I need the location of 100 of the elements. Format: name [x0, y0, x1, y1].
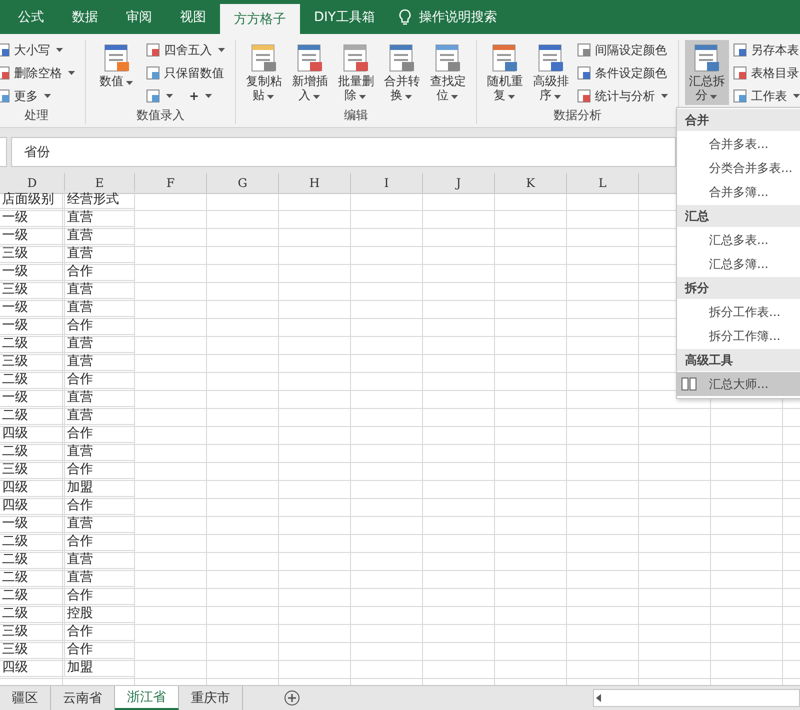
table-cell: 二级	[0, 407, 65, 425]
column-header[interactable]: H	[279, 173, 351, 193]
menu-item[interactable]: 分类合并多表...	[677, 156, 800, 180]
table-cell: 三级	[0, 461, 65, 479]
tool-icon	[102, 42, 132, 74]
table-cell: 直营	[65, 281, 135, 299]
ribbon-button[interactable]: 批量删除	[334, 40, 378, 105]
table-cell: 加盟	[65, 479, 135, 497]
ribbon-button[interactable]: 汇总拆分	[685, 40, 729, 105]
sheet-tab[interactable]: 疆区	[0, 686, 51, 710]
caret-icon	[68, 71, 75, 75]
column-header[interactable]: E	[65, 173, 135, 193]
ribbon-button[interactable]: 条件设定颜色	[575, 63, 672, 83]
table-cell: 四级	[0, 425, 65, 443]
table-cell: 直营	[65, 443, 135, 461]
sheet-tab[interactable]: 浙江省	[115, 686, 179, 710]
ribbon-button[interactable]: 复制粘贴	[242, 40, 286, 105]
ribbon-button[interactable]: 删除空格	[0, 63, 79, 83]
caret-icon	[166, 94, 173, 98]
menu-item[interactable]: 汇总多簿...	[677, 252, 800, 276]
menu-item[interactable]: 合并多簿...	[677, 180, 800, 204]
sheet-tab[interactable]: 重庆市	[179, 686, 243, 710]
table-cell: 二级	[0, 569, 65, 587]
ribbon-button[interactable]: 查找定位	[426, 40, 470, 105]
ribbon-button[interactable]: 间隔设定颜色	[575, 40, 672, 60]
column-header[interactable]: I	[351, 173, 423, 193]
table-cell: 合作	[65, 425, 135, 443]
table-cell: 直营	[65, 551, 135, 569]
caret-icon	[554, 95, 560, 100]
add-sheet-icon[interactable]	[283, 689, 301, 707]
horizontal-scrollbar[interactable]	[593, 689, 800, 707]
tool-icon	[249, 42, 279, 74]
table-cell: 一级	[0, 299, 65, 317]
menu-item[interactable]: 拆分工作表...	[677, 300, 800, 324]
tool-icon	[146, 66, 160, 80]
tool-icon	[733, 89, 747, 103]
ribbon-tab[interactable]: 数据	[58, 0, 112, 34]
ribbon-tab[interactable]: DIY工具箱	[300, 0, 389, 34]
caret-icon	[312, 95, 320, 100]
ribbon-button[interactable]: 另存本表	[731, 40, 800, 60]
ribbon-tab[interactable]: 视图	[166, 0, 220, 34]
table-cell: 一级	[0, 227, 65, 245]
tool-icon	[536, 42, 566, 74]
tool-icon	[433, 42, 463, 74]
column-header[interactable]: K	[495, 173, 567, 193]
tool-icon	[146, 43, 160, 57]
caret-icon	[793, 94, 800, 98]
lightbulb-icon	[398, 9, 411, 25]
ribbon-tab[interactable]: 方方格子	[220, 4, 300, 34]
table-cell: 三级	[0, 245, 65, 263]
ribbon-button[interactable]: 随机重复	[483, 40, 527, 105]
table-cell: 合作	[65, 461, 135, 479]
column-header[interactable]: D	[0, 173, 65, 193]
ribbon-button[interactable]: 工作表	[731, 86, 800, 106]
ribbon-tab[interactable]: 审阅	[112, 0, 166, 34]
scroll-left-icon[interactable]	[594, 693, 604, 703]
table-cell: 经营形式	[65, 191, 135, 209]
tell-me-search[interactable]: 操作说明搜索	[418, 8, 497, 26]
ribbon-button[interactable]: 更多	[0, 86, 79, 106]
caret-icon	[358, 95, 366, 100]
table-cell: 直营	[65, 209, 135, 227]
ribbon-button[interactable]: 高级排序	[529, 40, 573, 105]
menu-item[interactable]: 汇总大师...	[677, 372, 800, 396]
ribbon-button[interactable]: 统计与分析	[575, 86, 672, 106]
tool-icon	[692, 42, 722, 74]
table-cell: 合作	[65, 587, 135, 605]
table-cell: 三级	[0, 281, 65, 299]
ribbon-button[interactable]: 只保留数值	[144, 63, 229, 83]
menu-item[interactable]: 汇总多表...	[677, 228, 800, 252]
table-cell: 二级	[0, 335, 65, 353]
column-header[interactable]: F	[135, 173, 207, 193]
ribbon-button[interactable]: 表格目录	[731, 63, 800, 83]
table-cell: 四级	[0, 497, 65, 515]
ribbon-button[interactable]: 四舍五入	[144, 40, 229, 60]
column-header[interactable]: J	[423, 173, 495, 193]
table-cell: 二级	[0, 587, 65, 605]
group-label: 处理	[24, 107, 50, 124]
table-cell: 直营	[65, 515, 135, 533]
group-label: 编辑	[343, 107, 369, 124]
tool-icon	[577, 89, 591, 103]
column-header[interactable]: L	[567, 173, 639, 193]
ribbon-button[interactable]: +	[187, 86, 216, 106]
column-header[interactable]: G	[207, 173, 279, 193]
menu-item[interactable]: 合并多表...	[677, 132, 800, 156]
table-cell: 四级	[0, 659, 65, 677]
ribbon-button[interactable]: 合并转换	[380, 40, 424, 105]
ribbon-tab[interactable]: 公式	[4, 0, 58, 34]
table-cell: 店面级别	[0, 191, 65, 209]
tool-icon	[733, 66, 747, 80]
formula-field[interactable]: 省份	[11, 137, 676, 167]
caret-icon	[126, 81, 132, 85]
menu-section-header: 合并	[677, 109, 800, 131]
ribbon-button[interactable]: 大小写	[0, 40, 79, 60]
ribbon-button[interactable]: 数值	[92, 40, 142, 90]
ribbon-button[interactable]: 新增插入	[288, 40, 332, 105]
menu-item[interactable]: 拆分工作簿...	[677, 324, 800, 348]
caret-icon	[266, 95, 274, 100]
caret-icon	[218, 48, 225, 52]
table-cell: 四级	[0, 479, 65, 497]
caret-icon	[450, 95, 458, 100]
